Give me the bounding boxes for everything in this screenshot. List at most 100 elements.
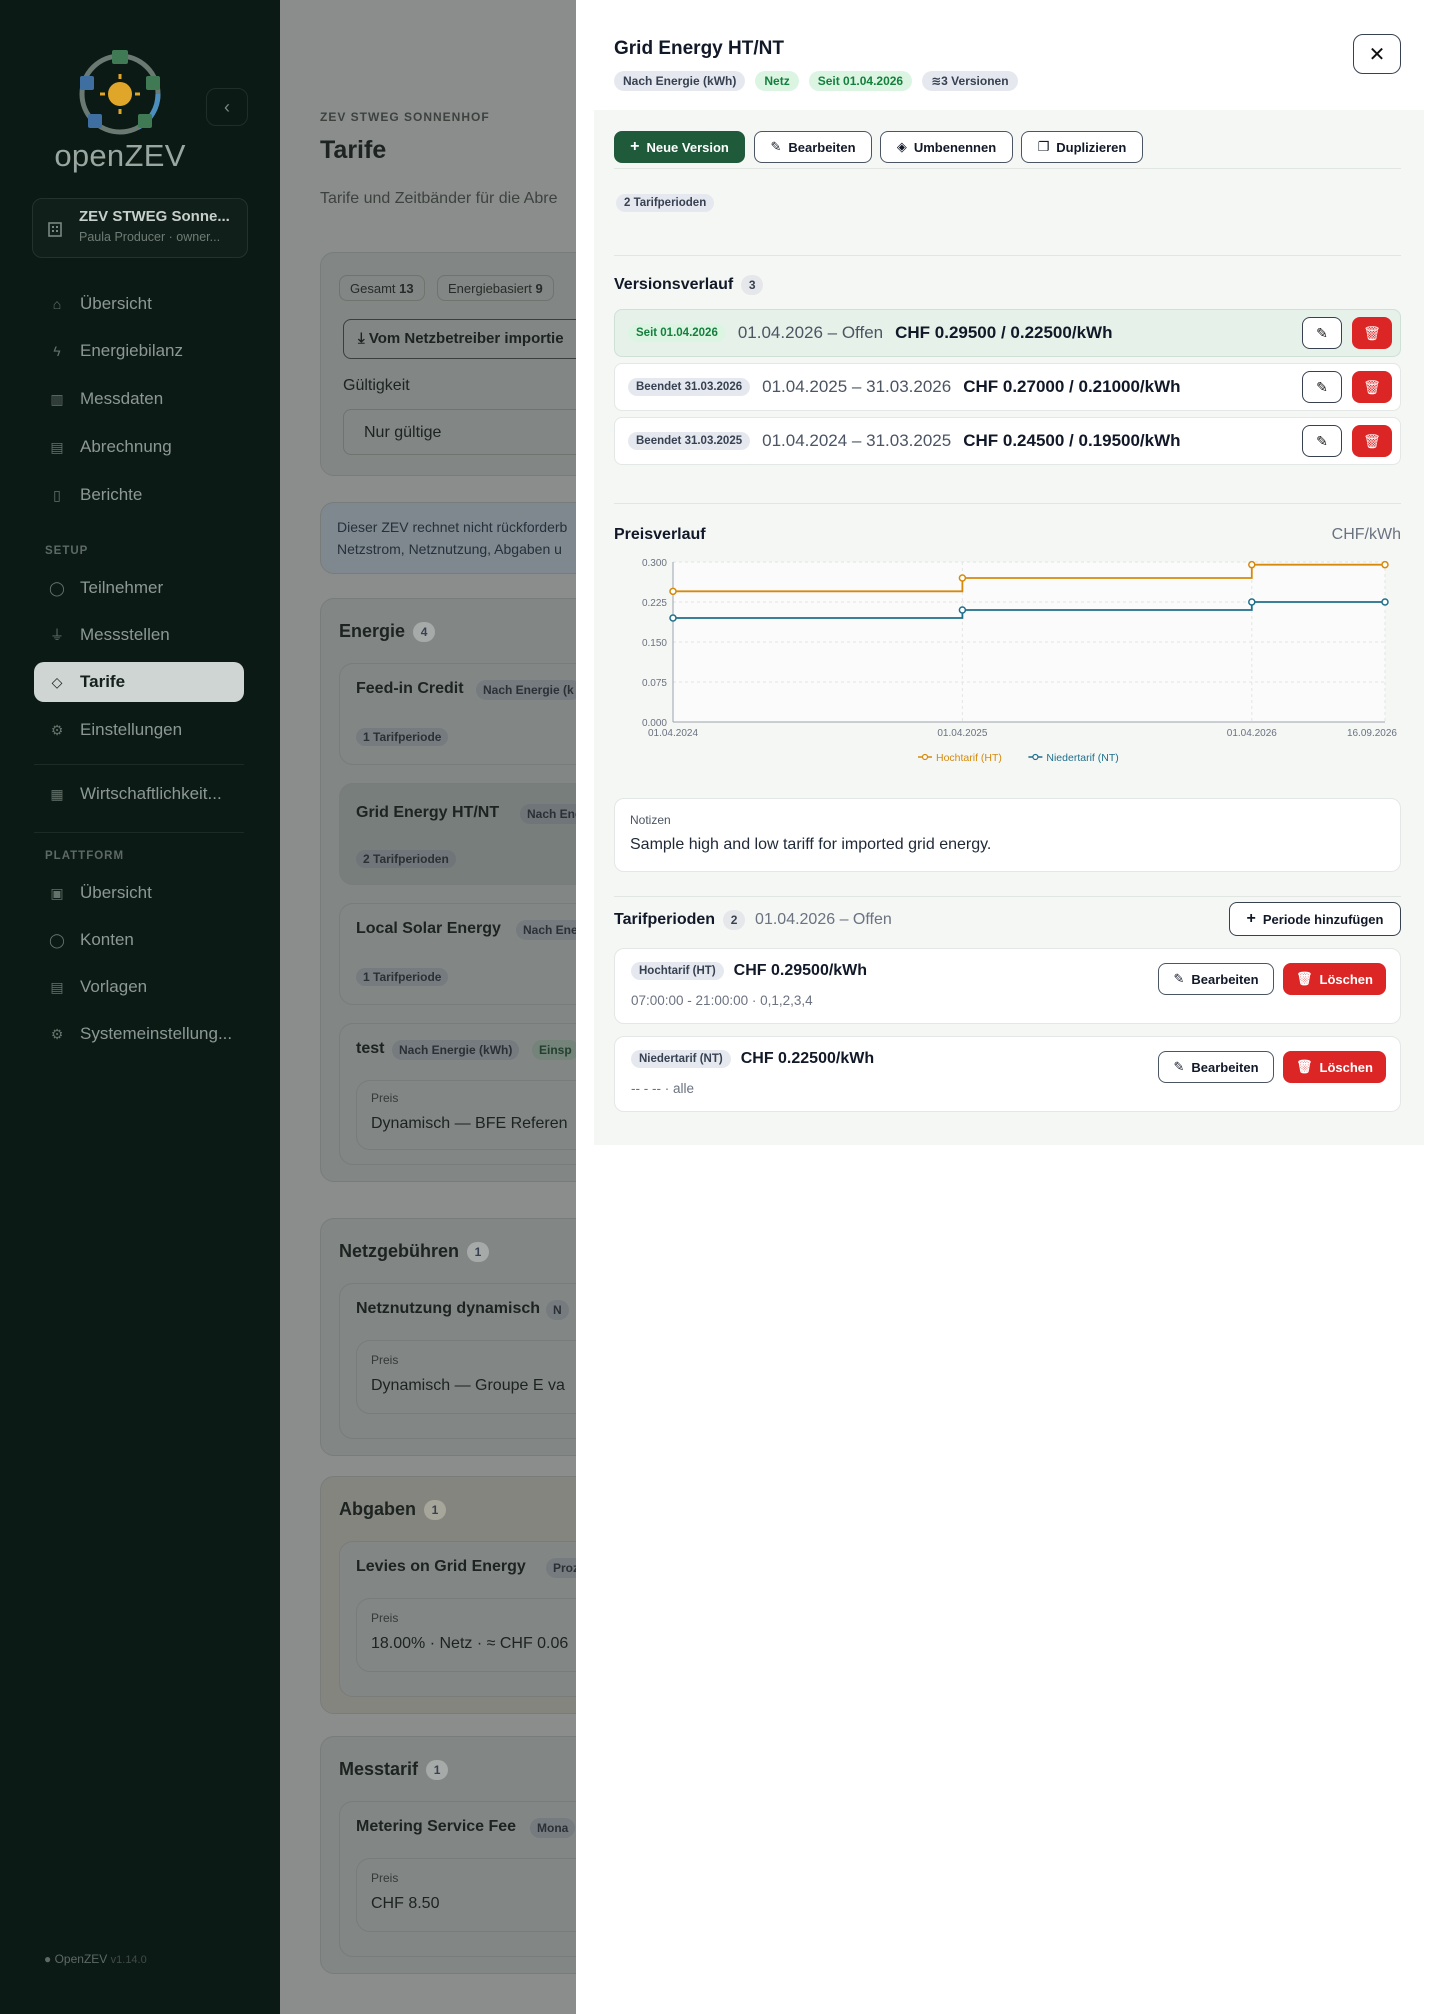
tariff-badge: Nach Energie (kWh) <box>392 1040 520 1060</box>
app-logo[interactable]: openZEV <box>50 48 190 174</box>
settings-icon: ⚙ <box>50 1025 64 1042</box>
tariff-card-levies[interactable]: Levies on Grid Energy Proze Preis 18.00%… <box>339 1541 576 1697</box>
group-netzgebuehren: Netzgebühren 1 Netznutzung dynamisch N Pr… <box>320 1218 576 1456</box>
button-label: Neue Version <box>646 139 729 155</box>
page-overline: ZEV STWEG SONNENHOF <box>320 110 490 124</box>
nav-item-platform-uebersicht[interactable]: ▣ Übersicht <box>34 873 244 913</box>
nav-item-vorlagen[interactable]: ▤ Vorlagen <box>34 967 244 1007</box>
edit-version-button[interactable]: ✎ <box>1302 425 1342 457</box>
user-icon: ◯ <box>49 579 65 596</box>
import-button[interactable]: ⤓ Vom Netzbetreiber importie <box>343 319 576 359</box>
data-point <box>1248 598 1256 606</box>
add-period-button[interactable]: + Periode hinzufügen <box>1229 902 1401 936</box>
nav-item-uebersicht[interactable]: ⌂ Übersicht <box>34 284 244 324</box>
pencil-icon: ✎ <box>1173 1059 1185 1074</box>
delete-version-button[interactable]: 🗑 <box>1352 317 1392 349</box>
app-version: v1.14.0 <box>110 1954 147 1966</box>
chart-svg: 0.0000.0750.1500.2250.30001.04.2024 01.04… <box>642 558 1397 764</box>
button-label: Löschen <box>1319 1059 1373 1075</box>
nav-label: Wirtschaftlichkeit... <box>80 784 222 803</box>
duplicate-button[interactable]: ❐ Duplizieren <box>1021 131 1143 163</box>
delete-period-button[interactable]: 🗑 Löschen <box>1283 1051 1386 1083</box>
group-count: 1 <box>424 1500 447 1521</box>
group-count: 1 <box>426 1760 449 1781</box>
organization-switcher[interactable]: ZEV STWEG Sonne... Paula Producer · owne… <box>32 198 248 258</box>
price-box: Preis Dynamisch — BFE Referen <box>356 1080 576 1150</box>
sidebar-footer[interactable]: ● OpenZEV v1.14.0 <box>44 1952 147 1966</box>
tariff-card-metering[interactable]: Metering Service Fee Mona Preis CHF 8.50 <box>339 1801 576 1957</box>
calculator-icon: ▦ <box>50 785 64 802</box>
delete-period-button[interactable]: 🗑 Löschen <box>1283 963 1386 995</box>
nav-item-konten[interactable]: ◯ Konten <box>34 920 244 960</box>
rename-button[interactable]: ◈ Umbenennen <box>880 131 1013 163</box>
y-tick-label: 0.225 <box>642 598 667 609</box>
info-text-2: Netzstrom, Netznutzung, Abgaben u <box>337 541 562 557</box>
nav-item-messstellen[interactable]: ⏚ Messstellen <box>34 615 244 655</box>
divider <box>34 832 244 833</box>
badge-basis: Nach Energie (kWh) <box>614 71 746 91</box>
nav-item-wirtschaftlichkeit[interactable]: ▦ Wirtschaftlichkeit... <box>34 774 244 814</box>
delete-version-button[interactable]: 🗑 <box>1352 371 1392 403</box>
copy-icon: ❐ <box>1037 139 1050 154</box>
edit-button[interactable]: ✎ Bearbeiten <box>754 131 872 163</box>
chart-unit: CHF/kWh <box>1331 526 1401 543</box>
tariff-card-grid-energy[interactable]: Grid Energy HT/NT Nach Ene 2 Tarifperiod… <box>339 783 576 885</box>
edit-period-button[interactable]: ✎ Bearbeiten <box>1158 963 1274 995</box>
plus-icon: + <box>1246 910 1256 927</box>
edit-version-button[interactable]: ✎ <box>1302 371 1342 403</box>
periods-range: 01.04.2026 – Offen <box>755 911 892 929</box>
group-title-text: Messtarif <box>339 1759 419 1779</box>
periods-count: 2 <box>723 910 746 930</box>
data-point <box>1381 598 1389 606</box>
price-value: Dynamisch — Groupe E va <box>371 1377 565 1394</box>
nav-item-berichte[interactable]: ▯ Berichte <box>34 475 244 515</box>
tariff-card-local-solar[interactable]: Local Solar Energy Nach Ene 1 Tarifperio… <box>339 903 576 1005</box>
nav-item-teilnehmer[interactable]: ◯ Teilnehmer <box>34 568 244 608</box>
group-title-text: Abgaben <box>339 1499 417 1519</box>
version-row[interactable]: Beendet 31.03.2025 01.04.2024 – 31.03.20… <box>614 417 1401 465</box>
tariff-card-netznutzung[interactable]: Netznutzung dynamisch N Preis Dynamisch … <box>339 1283 576 1439</box>
price-label: Preis <box>371 1611 399 1625</box>
main-content: ZEV STWEG SONNENHOF Tarife Tarife und Ze… <box>280 0 576 2014</box>
tariff-card-feed-in[interactable]: Feed-in Credit Nach Energie (k 1 Tarifpe… <box>339 663 576 765</box>
version-row[interactable]: Seit 01.04.2026 01.04.2026 – Offen CHF 0… <box>614 309 1401 357</box>
nav-item-tarife[interactable]: ◇ Tarife <box>34 662 244 702</box>
chevron-left-icon: ‹ <box>224 96 230 117</box>
notes-text: Sample high and low tariff for imported … <box>630 836 992 853</box>
tariff-badge: Nach Energie (k <box>476 680 576 700</box>
button-label: Duplizieren <box>1056 139 1127 155</box>
nav-item-abrechnung[interactable]: ▤ Abrechnung <box>34 427 244 467</box>
edit-period-button[interactable]: ✎ Bearbeiten <box>1158 1051 1274 1083</box>
tariff-card-test[interactable]: test Nach Energie (kWh) Einsp Preis Dyna… <box>339 1023 576 1165</box>
info-text-1: Dieser ZEV rechnet nicht rückforderb <box>337 519 568 535</box>
building-icon <box>48 222 62 237</box>
gear-icon: ⚙ <box>50 721 64 738</box>
version-row[interactable]: Beendet 31.03.2026 01.04.2025 – 31.03.20… <box>614 363 1401 411</box>
users-icon: ◯ <box>49 931 65 948</box>
close-panel-button[interactable]: ✕ <box>1353 34 1401 74</box>
delete-version-button[interactable]: 🗑 <box>1352 425 1392 457</box>
validity-select[interactable]: Nur gültige <box>343 409 576 455</box>
nav-item-messdaten[interactable]: ▥ Messdaten <box>34 379 244 419</box>
stat-label: Gesamt <box>350 281 396 296</box>
dashboard-icon: ▣ <box>50 884 64 901</box>
button-label: Bearbeiten <box>788 139 856 155</box>
price-box: Preis CHF 8.50 <box>356 1858 576 1932</box>
new-version-button[interactable]: + Neue Version <box>614 131 745 163</box>
trash-icon: 🗑 <box>1363 432 1381 449</box>
nav-item-energiebilanz[interactable]: ϟ Energiebilanz <box>34 331 244 371</box>
layers-icon: ≋ <box>931 74 942 88</box>
trash-icon: 🗑 <box>1296 1059 1313 1074</box>
tariff-badge: Nach Ene <box>516 920 576 940</box>
tariff-badge: Mona <box>530 1818 576 1838</box>
collapse-sidebar-button[interactable]: ‹ <box>206 88 248 126</box>
price-value: Dynamisch — BFE Referen <box>371 1115 568 1132</box>
edit-version-button[interactable]: ✎ <box>1302 317 1342 349</box>
nav-item-einstellungen[interactable]: ⚙ Einstellungen <box>34 710 244 750</box>
pencil-icon: ✎ <box>1173 971 1185 986</box>
nav-item-systemeinstellungen[interactable]: ⚙ Systemeinstellung... <box>34 1014 244 1054</box>
tariff-badge: Proze <box>546 1558 576 1578</box>
logo-text: openZEV <box>54 138 186 173</box>
divider <box>614 503 1401 504</box>
periods-title: Tarifperioden 2 01.04.2026 – Offen <box>614 910 892 930</box>
